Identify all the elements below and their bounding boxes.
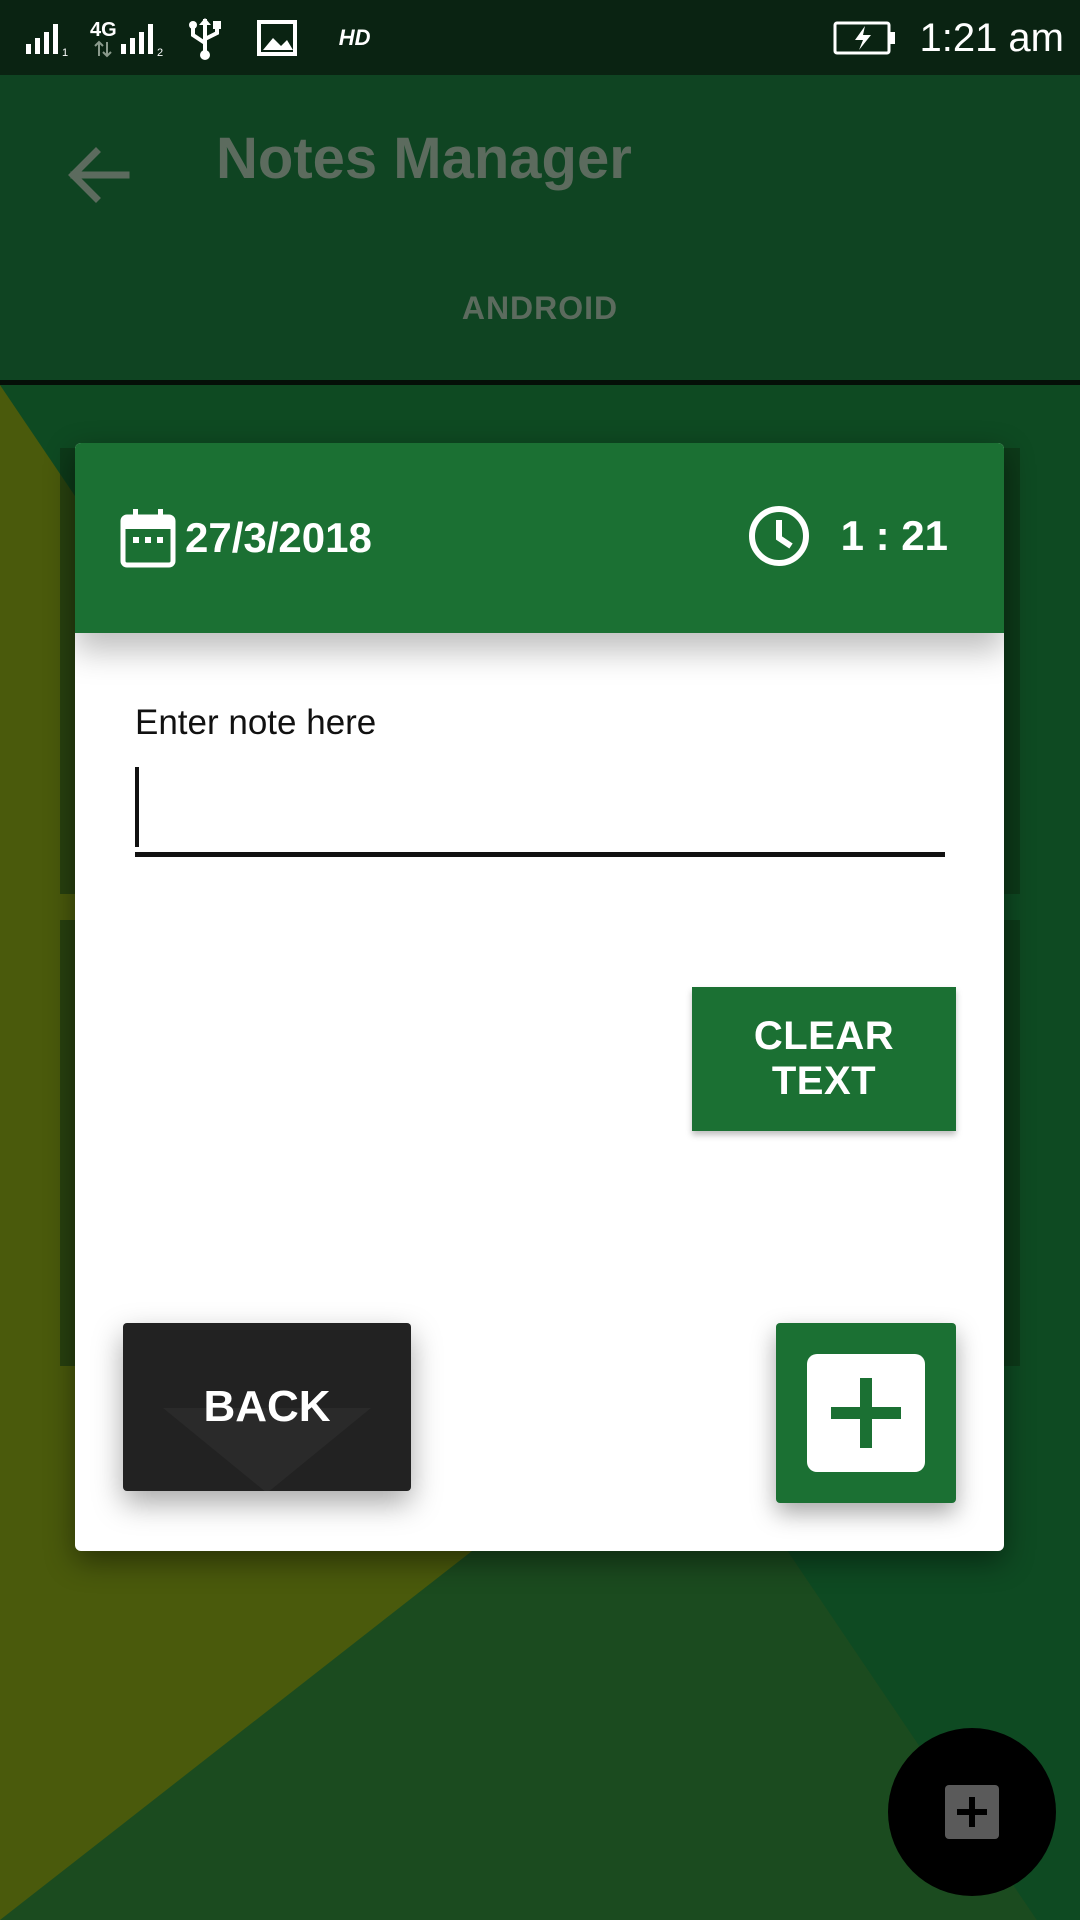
time-display[interactable]: 1 : 21 — [747, 501, 948, 571]
note-field-label: Enter note here — [135, 703, 377, 742]
usb-icon — [188, 18, 221, 60]
dialog-header: 27/3/2018 1 : 21 — [75, 443, 1004, 633]
calendar-icon — [120, 509, 176, 568]
tab-android[interactable]: ANDROID — [0, 290, 1080, 327]
clear-text-button[interactable]: CLEAR TEXT — [692, 987, 956, 1131]
status-clock: 1:21 am — [919, 15, 1064, 60]
signal-icon: 1 — [26, 24, 68, 58]
date-display[interactable]: 27/3/2018 — [119, 503, 372, 573]
battery-charging-icon — [833, 21, 896, 55]
status-icons-left: 1 4G 2 HD — [24, 14, 370, 62]
data-arrows-icon — [94, 40, 113, 58]
plus-icon — [957, 1797, 987, 1827]
note-input[interactable] — [135, 763, 945, 857]
image-icon — [256, 20, 297, 56]
app-bar: Notes Manager ANDROID — [0, 75, 1080, 385]
plus-icon — [831, 1378, 901, 1448]
add-note-button[interactable] — [776, 1323, 956, 1503]
status-bar: 1 4G 2 HD 1:21 am — [0, 0, 1080, 75]
back-button[interactable]: BACK — [123, 1323, 411, 1491]
svg-text:1: 1 — [62, 47, 68, 58]
signal-icon: 2 — [120, 24, 163, 58]
network-type-label: 4G — [90, 19, 117, 41]
svg-text:2: 2 — [157, 47, 163, 58]
text-cursor — [135, 767, 139, 847]
dialog-time: 1 : 21 — [840, 512, 948, 559]
fab-icon-frame — [945, 1785, 999, 1839]
dialog-date: 27/3/2018 — [185, 514, 372, 561]
back-arrow-icon[interactable] — [56, 130, 146, 220]
clock-icon — [748, 506, 809, 566]
app-title: Notes Manager — [216, 126, 632, 191]
add-note-dialog: 27/3/2018 1 : 21 Enter note here CLEAR T… — [75, 443, 1004, 1551]
status-icons-right: 1:21 am — [833, 8, 1064, 68]
floating-add-button[interactable] — [888, 1728, 1056, 1896]
add-note-icon-frame — [807, 1354, 925, 1472]
back-button-label: BACK — [203, 1382, 331, 1431]
hd-voice-badge: HD — [338, 25, 371, 50]
